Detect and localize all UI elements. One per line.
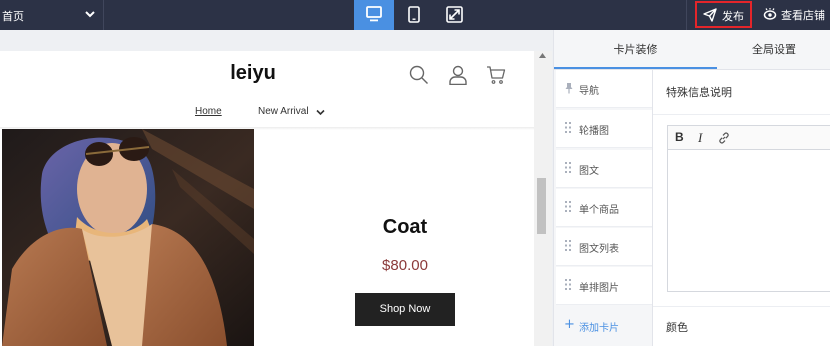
pin-icon [565,83,573,94]
add-card-button[interactable]: + 添加卡片 [556,306,652,346]
view-store-button[interactable]: 查看店铺 [762,0,830,30]
desktop-view-button[interactable] [354,0,394,30]
fullscreen-icon [446,6,463,23]
plus-icon: + [564,317,575,332]
chevron-down-icon [85,11,95,18]
editor-panel: 卡片装修 全局设置 导航 轮播图 图文 单个商品 图文列表 单排图片 + 添加卡… [553,30,830,346]
mobile-icon [408,6,420,23]
view-store-label: 查看店铺 [781,9,825,22]
card-item-label: 图文 [579,166,599,177]
card-list: 导航 轮播图 图文 单个商品 图文列表 单排图片 + 添加卡片 [554,70,652,346]
nav-link-new-arrival[interactable]: New Arrival [258,106,309,117]
top-toolbar: 首页 发布 查看店铺 [0,0,830,30]
card-item-nav[interactable]: 导航 [556,70,652,108]
banner-image [2,129,254,346]
tab-global-settings[interactable]: 全局设置 [717,30,830,69]
section-title: 特殊信息说明 [666,86,732,99]
user-icon[interactable] [448,65,468,85]
banner-price: $80.00 [382,257,428,274]
card-item-label: 单个商品 [579,205,619,216]
drag-handle-icon[interactable] [565,240,571,251]
drag-handle-icon[interactable] [565,279,571,290]
scroll-up-arrow-icon[interactable] [539,53,546,58]
chevron-down-icon [316,109,325,116]
cart-icon[interactable] [486,65,506,85]
card-item-label: 轮播图 [579,126,609,137]
rich-text-editor: B I [667,125,830,292]
card-item-label: 导航 [579,86,599,97]
preview-canvas: leiyu Home New Arrival Coat $80.00 Shop … [0,30,553,346]
page-selector[interactable]: 首页 [0,0,104,30]
card-item-image-text-list[interactable]: 图文列表 [556,228,652,266]
search-icon[interactable] [409,65,429,85]
toolbar-divider [686,0,687,30]
link-icon[interactable] [718,132,730,144]
eye-icon [763,8,777,20]
publish-label: 发布 [722,10,744,23]
bold-button[interactable]: B [675,130,684,144]
card-settings: 特殊信息说明 B I 颜色 [652,70,830,346]
card-item-carousel[interactable]: 轮播图 [556,110,652,148]
section-divider [653,306,830,307]
page-selector-label: 首页 [2,10,24,23]
card-item-label: 单排图片 [579,283,619,294]
preview-scrollbar[interactable] [534,51,552,346]
card-item-label: 图文列表 [579,244,619,255]
add-card-label: 添加卡片 [579,323,619,334]
editor-toolbar: B I [668,126,830,150]
store-page-preview[interactable]: leiyu Home New Arrival Coat $80.00 Shop … [0,51,534,346]
scrollbar-thumb[interactable] [537,178,546,234]
shop-now-button[interactable]: Shop Now [355,293,455,326]
desktop-icon [366,6,382,22]
publish-button[interactable]: 发布 [695,1,752,28]
fullscreen-view-button[interactable] [434,0,474,30]
drag-handle-icon[interactable] [565,162,571,173]
store-logo: leiyu [230,62,276,84]
color-label: 颜色 [666,321,688,334]
tab-card-decoration[interactable]: 卡片装修 [554,30,717,69]
banner-title: Coat [382,216,428,238]
editor-content-area[interactable] [668,151,830,291]
card-item-image-text[interactable]: 图文 [556,150,652,188]
paper-plane-icon [703,8,717,22]
italic-button[interactable]: I [698,130,702,146]
card-item-single-product[interactable]: 单个商品 [556,189,652,227]
drag-handle-icon[interactable] [565,201,571,212]
section-divider [653,114,830,115]
mobile-view-button[interactable] [394,0,434,30]
card-item-image-row[interactable]: 单排图片 [556,267,652,305]
nav-link-home[interactable]: Home [195,106,222,117]
drag-handle-icon[interactable] [565,122,571,133]
